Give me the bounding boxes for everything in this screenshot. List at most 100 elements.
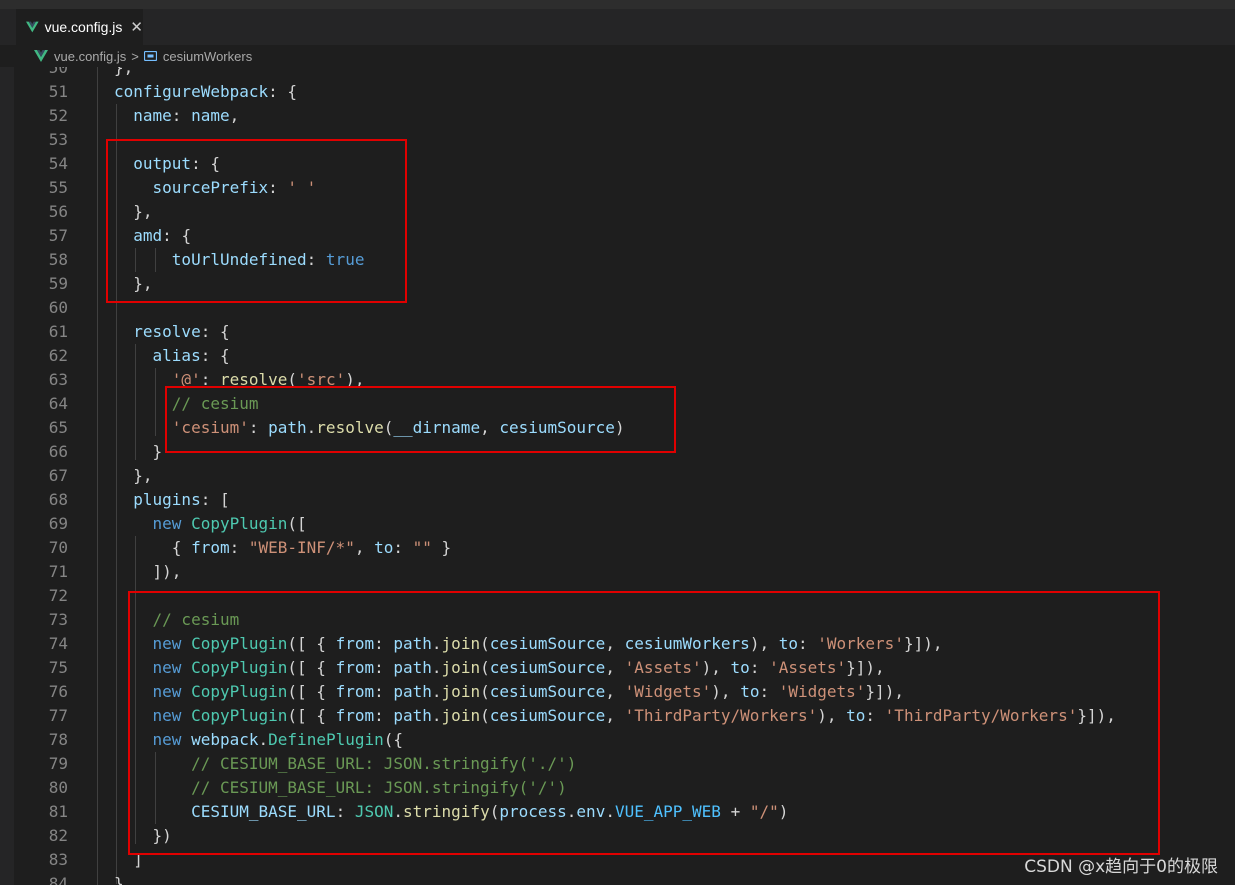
line-number: 72 [48, 586, 68, 605]
code-token: } [114, 874, 124, 885]
line-number: 79 [48, 754, 68, 773]
tab-vue-config[interactable]: vue.config.js ✕ [16, 9, 143, 45]
code-editor[interactable]: 50}, 51 configureWebpack: {52 name: name, 5… [0, 67, 1235, 885]
line-number: 61 [48, 322, 68, 341]
vue-icon [34, 50, 48, 62]
line-number: 58 [48, 250, 68, 269]
breadcrumb-file[interactable]: vue.config.js [54, 49, 126, 64]
close-icon[interactable]: ✕ [130, 20, 143, 35]
code-text: ]), [114, 560, 182, 584]
breadcrumb-separator: > [131, 48, 139, 64]
code-text: }, [114, 464, 153, 488]
code-token: alias [152, 346, 201, 365]
tab-bar: vue.config.js ✕ [0, 9, 1235, 45]
line-number: 54 [48, 154, 68, 173]
code-token: : { [200, 346, 230, 365]
code-token: : [393, 538, 413, 557]
code-line[interactable]: 67 }, [0, 464, 1235, 488]
code-token: ([ [287, 514, 307, 533]
code-token: configureWebpack [114, 82, 269, 101]
code-line[interactable]: 69 new CopyPlugin([ [0, 512, 1235, 536]
code-token: ]), [114, 562, 182, 581]
code-text: name: name, [114, 104, 239, 128]
line-number: 59 [48, 274, 68, 293]
code-line[interactable]: 62 alias: { [0, 344, 1235, 368]
line-number: 74 [48, 634, 68, 653]
code-line[interactable]: 61 resolve: { [0, 320, 1235, 344]
code-token: : { [200, 322, 230, 341]
code-text: resolve: { [114, 320, 230, 344]
line-number: 65 [48, 418, 68, 437]
code-text: alias: { [114, 344, 230, 368]
line-number: 64 [48, 394, 68, 413]
line-number: 78 [48, 730, 68, 749]
line-number: 55 [48, 178, 68, 197]
line-number: 66 [48, 442, 68, 461]
code-text: plugins: [ [114, 488, 230, 512]
cesium-plugins-box [128, 591, 1160, 855]
code-token: } [431, 538, 452, 557]
code-line[interactable]: 68 plugins: [ [0, 488, 1235, 512]
line-number: 52 [48, 106, 68, 125]
window-top-strip [0, 0, 1235, 9]
breadcrumb: vue.config.js > cesiumWorkers [0, 45, 1235, 67]
code-text: new CopyPlugin([ [114, 512, 307, 536]
line-number: 67 [48, 466, 68, 485]
code-token: name [191, 106, 230, 125]
code-line[interactable]: 70 { from: "WEB-INF/*", to: "" } [0, 536, 1235, 560]
code-token: new [152, 514, 182, 533]
code-line[interactable]: 51 configureWebpack: { [0, 80, 1235, 104]
line-number: 83 [48, 850, 68, 869]
tab-label: vue.config.js [44, 19, 123, 35]
line-number: 73 [48, 610, 68, 629]
code-text: configureWebpack: { [114, 80, 297, 104]
code-token: "WEB-INF/*" [248, 538, 355, 557]
line-number: 62 [48, 346, 68, 365]
code-text: }, [114, 67, 133, 80]
line-number: 80 [48, 778, 68, 797]
line-number: 63 [48, 370, 68, 389]
alias-cesium-box [165, 386, 676, 453]
line-number: 71 [48, 562, 68, 581]
line-number: 50 [48, 67, 68, 77]
line-number: 76 [48, 682, 68, 701]
line-number: 81 [48, 802, 68, 821]
code-text: } [114, 872, 124, 885]
code-token: : [171, 106, 192, 125]
code-token: }, [114, 67, 134, 77]
line-number: 82 [48, 826, 68, 845]
code-token: : [ [200, 490, 230, 509]
code-token: plugins [133, 490, 201, 509]
code-text: { from: "WEB-INF/*", to: "" } [114, 536, 451, 560]
code-token: to [374, 538, 394, 557]
variable-icon [143, 51, 157, 61]
code-token: : { [268, 82, 298, 101]
code-token: resolve [133, 322, 201, 341]
code-line[interactable]: 50}, [0, 67, 1235, 80]
line-number: 57 [48, 226, 68, 245]
code-line[interactable]: 52 name: name, [0, 104, 1235, 128]
line-number: 70 [48, 538, 68, 557]
code-token: , [354, 538, 375, 557]
code-token: : [229, 538, 249, 557]
output-amd-box [106, 139, 407, 303]
code-token: } [114, 442, 163, 461]
code-text: } [114, 440, 163, 464]
line-number: 60 [48, 298, 68, 317]
code-line[interactable]: 71 ]), [0, 560, 1235, 584]
code-token: { [114, 538, 192, 557]
breadcrumb-symbol[interactable]: cesiumWorkers [163, 49, 252, 64]
line-number: 56 [48, 202, 68, 221]
code-token: name [133, 106, 172, 125]
vue-icon [26, 21, 39, 33]
watermark: CSDN @x趋向于0的极限 [1024, 857, 1218, 877]
code-token: }, [114, 466, 153, 485]
line-number: 75 [48, 658, 68, 677]
